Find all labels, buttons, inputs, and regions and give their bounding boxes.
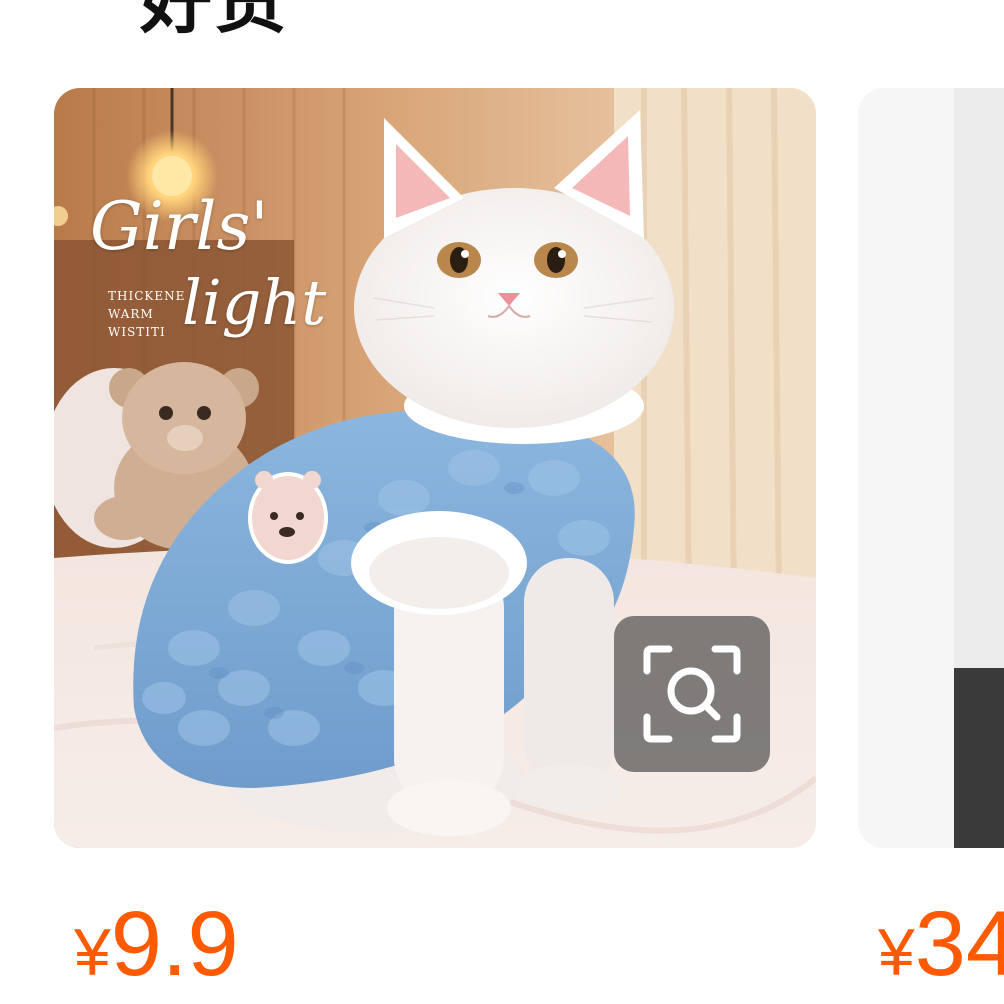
price-amount: 9.9: [110, 893, 239, 995]
image-caption-line: WARM: [108, 307, 154, 321]
product-image-detail: [954, 668, 1004, 848]
image-headline-1: Girls': [90, 188, 269, 265]
image-caption-line: THICKENE: [108, 289, 186, 303]
product-price: ¥34: [878, 898, 1004, 990]
product-price: ¥9.9: [74, 898, 239, 990]
price-amount: 34: [914, 893, 1004, 995]
camera-scan-search-icon: [643, 645, 741, 743]
image-search-button[interactable]: [614, 616, 770, 772]
image-headline-2: light: [182, 266, 327, 339]
image-caption-line: WISTITI: [108, 325, 166, 339]
section-title: 好货: [140, 0, 289, 42]
product-card[interactable]: Girls' light THICKENE WARM WISTITI: [54, 88, 816, 848]
product-feed: 好货 Girls' light THICKENE WARM WISTITI ¥9…: [0, 0, 1004, 1004]
price-currency: ¥: [74, 915, 111, 989]
product-card[interactable]: [858, 88, 1004, 848]
price-currency: ¥: [878, 915, 915, 989]
